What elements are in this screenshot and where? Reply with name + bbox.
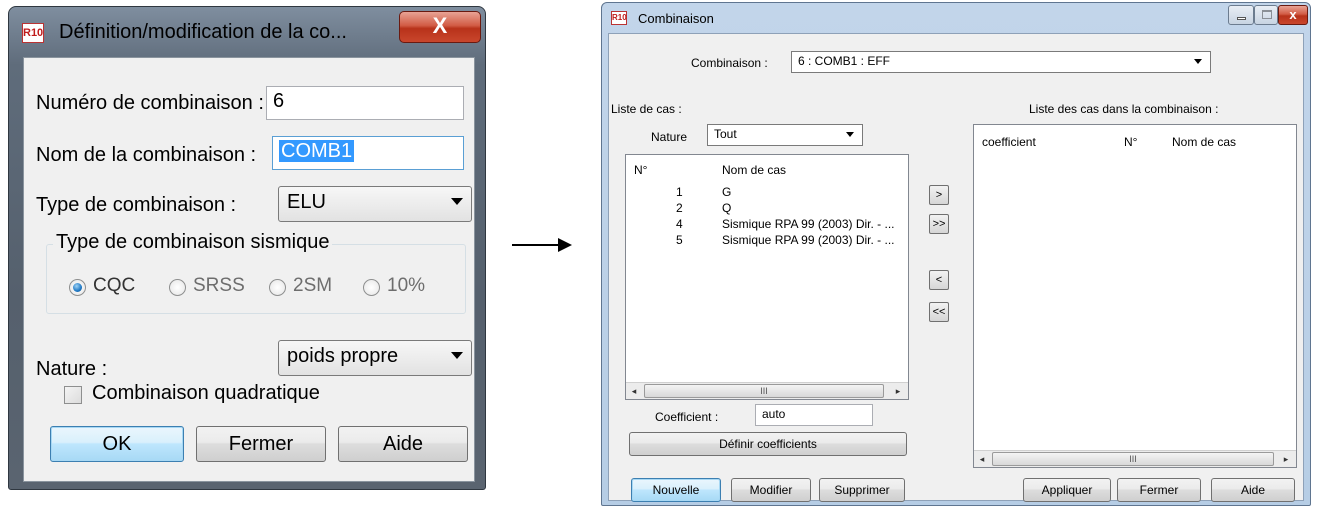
radio-2sm[interactable]: [269, 279, 286, 296]
case-name: Sismique RPA 99 (2003) Dir. - ...: [722, 217, 895, 231]
scroll-right-icon[interactable]: ▸: [1278, 451, 1294, 467]
numero-label: Numéro de combinaison :: [36, 92, 264, 114]
radio-srss-label: SRSS: [193, 275, 245, 296]
add-all-button[interactable]: >>: [929, 214, 949, 234]
quadratique-label: Combinaison quadratique: [92, 382, 320, 404]
chevron-down-icon: [1194, 59, 1202, 64]
aide-button[interactable]: Aide: [1211, 478, 1295, 502]
list-item[interactable]: 1 G: [626, 185, 906, 201]
numero-field[interactable]: 6: [266, 86, 464, 120]
nouvelle-button[interactable]: Nouvelle: [631, 478, 721, 502]
aide-button[interactable]: Aide: [338, 426, 468, 462]
case-name: Sismique RPA 99 (2003) Dir. - ...: [722, 233, 895, 247]
type-label: Type de combinaison :: [36, 194, 237, 216]
definition-dialog: R10 Définition/modification de la co... …: [8, 6, 486, 490]
definir-coefficients-button[interactable]: Définir coefficients: [629, 432, 907, 456]
column-header-numero[interactable]: N°: [634, 163, 647, 177]
nature-combo[interactable]: Tout: [707, 124, 863, 146]
title-bar[interactable]: R10 Définition/modification de la co... …: [9, 7, 485, 53]
scroll-thumb[interactable]: III: [992, 452, 1274, 466]
nom-field-selection: COMB1: [279, 140, 355, 162]
maximize-icon: [1262, 10, 1272, 19]
robot-app-icon: R10: [22, 23, 44, 43]
radio-cqc[interactable]: [69, 279, 86, 296]
add-case-button[interactable]: >: [929, 185, 949, 205]
minimize-icon: [1237, 17, 1246, 20]
arrow-line: [512, 244, 560, 246]
type-combo[interactable]: ELU: [278, 186, 472, 222]
scroll-thumb[interactable]: III: [644, 384, 884, 398]
appliquer-button[interactable]: Appliquer: [1023, 478, 1111, 502]
scroll-left-icon[interactable]: ◂: [626, 383, 642, 399]
liste-cas-listbox[interactable]: N° Nom de cas 1 G 2 Q 4 Sismique RPA 99 …: [625, 154, 909, 400]
coefficient-label: Coefficient :: [655, 410, 719, 424]
list-item[interactable]: 5 Sismique RPA 99 (2003) Dir. - ...: [626, 233, 906, 249]
remove-case-button[interactable]: <: [929, 270, 949, 290]
close-button[interactable]: x: [1278, 5, 1308, 25]
case-number: 1: [676, 185, 683, 199]
nom-label: Nom de la combinaison :: [36, 144, 257, 166]
dialog-client-area: Combinaison : 6 : COMB1 : EFF Liste de c…: [608, 33, 1304, 502]
radio-10pct-label: 10%: [387, 275, 426, 296]
type-combo-value: ELU: [287, 191, 326, 213]
column-header-numero[interactable]: N°: [1124, 135, 1137, 149]
nature-label: Nature: [651, 130, 688, 144]
robot-app-icon: R10: [611, 11, 627, 25]
combinaison-dialog: R10 Combinaison x Combinaison : 6 : COMB…: [601, 2, 1311, 506]
radio-srss[interactable]: [169, 279, 186, 296]
ok-button[interactable]: OK: [50, 426, 184, 462]
liste-combinaison-listbox[interactable]: coefficient N° Nom de cas ◂ III ▸: [973, 124, 1297, 468]
nature-combo-value: Tout: [714, 127, 737, 141]
combinaison-combo[interactable]: 6 : COMB1 : EFF: [791, 51, 1211, 73]
nom-field[interactable]: COMB1: [272, 136, 464, 170]
dialog-client-area: Numéro de combinaison : 6 Nom de la comb…: [23, 57, 475, 482]
fermer-button[interactable]: Fermer: [196, 426, 326, 462]
case-number: 2: [676, 201, 683, 215]
chevron-down-icon: [846, 132, 854, 137]
maximize-button[interactable]: [1254, 5, 1278, 25]
list-item[interactable]: 2 Q: [626, 201, 906, 217]
column-header-coefficient[interactable]: coefficient: [982, 135, 1036, 149]
close-button[interactable]: X: [399, 11, 481, 43]
case-number: 4: [676, 217, 683, 231]
radio-10pct[interactable]: [363, 279, 380, 296]
remove-all-button[interactable]: <<: [929, 302, 949, 322]
chevron-down-icon: [451, 198, 463, 205]
nature-combo-value: poids propre: [287, 345, 399, 367]
sismique-group-title: Type de combinaison sismique: [53, 231, 333, 254]
column-header-nom[interactable]: Nom de cas: [1172, 135, 1236, 149]
sismique-groupbox: Type de combinaison sismique CQC SRSS 2S…: [46, 231, 466, 314]
arrow-right-icon: [558, 238, 572, 252]
case-number: 5: [676, 233, 683, 247]
window-title: Définition/modification de la co...: [59, 21, 347, 43]
scroll-left-icon[interactable]: ◂: [974, 451, 990, 467]
horizontal-scrollbar[interactable]: ◂ III ▸: [626, 382, 908, 399]
combinaison-label: Combinaison :: [691, 56, 768, 70]
scroll-right-icon[interactable]: ▸: [890, 383, 906, 399]
supprimer-button[interactable]: Supprimer: [819, 478, 905, 502]
nature-combo[interactable]: poids propre: [278, 340, 472, 376]
column-header-nom[interactable]: Nom de cas: [722, 163, 786, 177]
nature-label: Nature :: [36, 358, 108, 380]
modifier-button[interactable]: Modifier: [731, 478, 811, 502]
liste-combinaison-label: Liste des cas dans la combinaison :: [1029, 102, 1219, 116]
list-item[interactable]: 4 Sismique RPA 99 (2003) Dir. - ...: [626, 217, 906, 233]
coefficient-field[interactable]: auto: [755, 404, 873, 426]
window-title: Combinaison: [638, 11, 714, 26]
minimize-button[interactable]: [1228, 5, 1254, 25]
liste-cas-label: Liste de cas :: [611, 102, 682, 116]
combinaison-combo-value: 6 : COMB1 : EFF: [798, 54, 891, 68]
radio-2sm-label: 2SM: [293, 275, 333, 296]
radio-cqc-label: CQC: [93, 275, 136, 296]
chevron-down-icon: [451, 352, 463, 359]
case-name: Q: [722, 201, 732, 215]
quadratique-checkbox[interactable]: [64, 386, 82, 404]
case-name: G: [722, 185, 732, 199]
horizontal-scrollbar[interactable]: ◂ III ▸: [974, 450, 1296, 467]
fermer-button[interactable]: Fermer: [1117, 478, 1201, 502]
